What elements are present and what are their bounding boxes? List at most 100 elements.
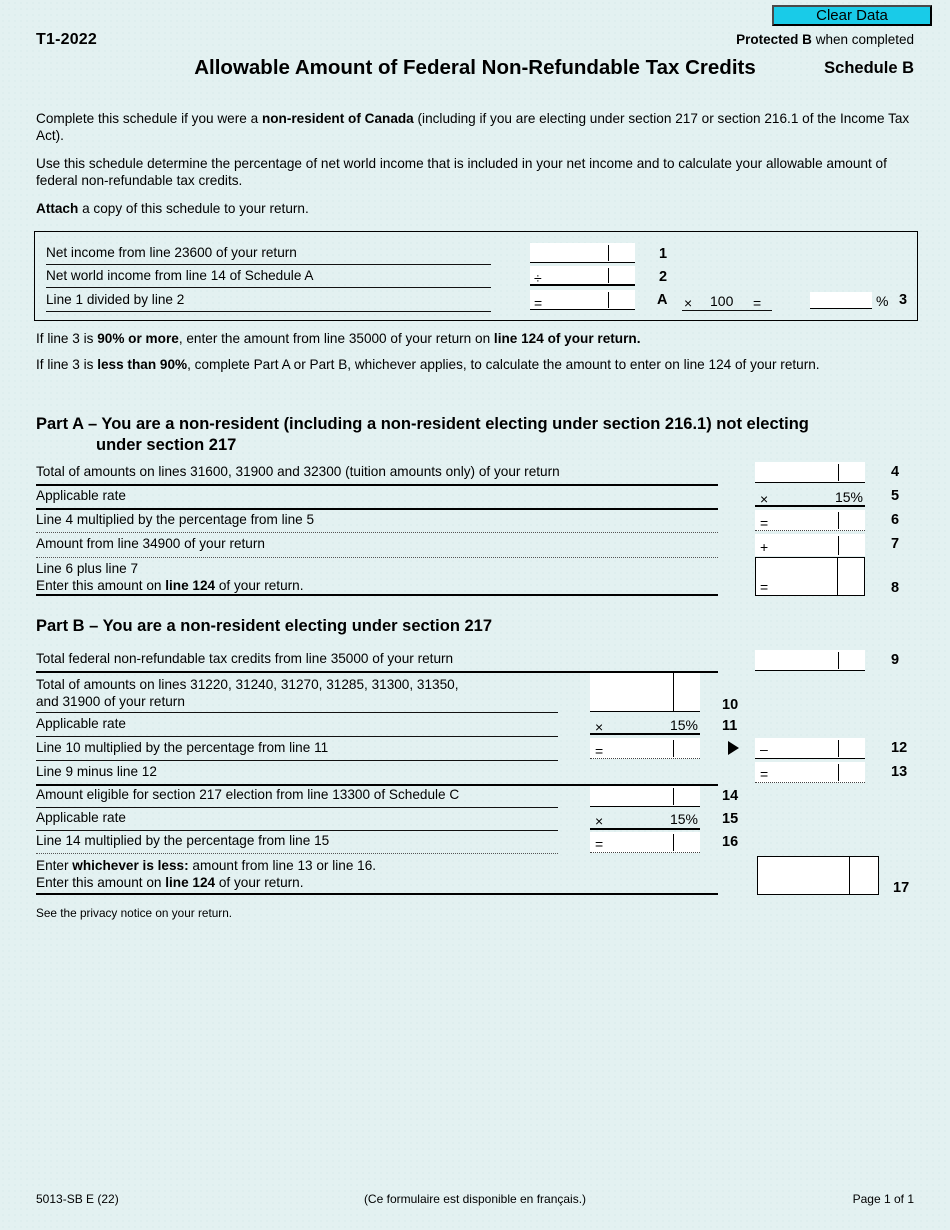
cents-divider bbox=[838, 740, 839, 757]
line-14-amount-field[interactable] bbox=[590, 786, 700, 807]
cents-divider bbox=[608, 268, 609, 283]
note2-c: , complete Part A or Part B, whichever a… bbox=[187, 357, 820, 372]
line-17-l2-c: of your return. bbox=[215, 875, 304, 890]
note-less-than-90-percent: If line 3 is less than 90%, complete Par… bbox=[36, 356, 920, 373]
note2-bold: less than 90% bbox=[97, 357, 188, 372]
line-7-rule bbox=[36, 557, 718, 558]
line-2-number: 2 bbox=[659, 269, 668, 285]
line-13-amount-field[interactable] bbox=[755, 762, 865, 783]
intro-p1-bold: non-resident of Canada bbox=[261, 111, 414, 126]
line-12-number: 12 bbox=[891, 740, 908, 756]
line-3-rule bbox=[46, 311, 491, 312]
line-14-label: Amount eligible for section 217 election… bbox=[36, 787, 460, 802]
intro-p3-bold: Attach bbox=[36, 201, 79, 216]
line-10-label-line1: Total of amounts on lines 31220, 31240, … bbox=[36, 677, 459, 692]
line-2-rule bbox=[46, 287, 491, 288]
line-8-number: 8 bbox=[891, 580, 900, 596]
line-13-equals-operator: = bbox=[760, 766, 769, 782]
form-year-label: T1-2022 bbox=[36, 31, 97, 48]
line-17-amount-field[interactable] bbox=[757, 856, 879, 895]
cents-divider bbox=[838, 764, 839, 781]
page-title: Allowable Amount of Federal Non-Refundab… bbox=[194, 56, 756, 79]
form-page: Clear Data T1-2022 Protected B when comp… bbox=[0, 0, 950, 1230]
line-2-amount-field[interactable] bbox=[530, 266, 635, 286]
line-17-l2-bold: line 124 bbox=[165, 875, 216, 890]
line-10-amount-field[interactable] bbox=[590, 673, 700, 712]
line-4-number: 4 bbox=[891, 464, 900, 480]
protected-b-rest: when completed bbox=[811, 32, 914, 47]
cents-divider bbox=[837, 558, 838, 595]
line-17-label-line1: Enter whichever is less: amount from lin… bbox=[36, 858, 376, 873]
line-7-number: 7 bbox=[891, 536, 900, 552]
line-3-percent-field[interactable] bbox=[810, 292, 872, 309]
protected-b-label: Protected B when completed bbox=[736, 32, 914, 47]
line-8-amount-field[interactable] bbox=[755, 557, 865, 596]
line-8-l2-c: of your return. bbox=[215, 578, 304, 593]
line-6-label: Line 4 multiplied by the percentage from… bbox=[36, 512, 315, 527]
line-3-number: 3 bbox=[899, 292, 908, 308]
line-17-l1-bold: whichever is less: bbox=[72, 858, 189, 873]
line-3-percent-symbol: % bbox=[876, 293, 889, 309]
line-13-label: Line 9 minus line 12 bbox=[36, 764, 157, 779]
cents-divider bbox=[673, 834, 674, 851]
line-11-multiply-operator: × bbox=[595, 719, 604, 735]
line-17-l1-a: Enter bbox=[36, 858, 73, 873]
line-15-rate-value: 15% bbox=[669, 811, 698, 827]
cents-divider bbox=[838, 464, 839, 481]
line-3-marker-a: A bbox=[657, 292, 668, 308]
line-3-label: Line 1 divided by line 2 bbox=[46, 292, 185, 307]
line-12-left-amount-field[interactable] bbox=[590, 738, 700, 759]
line-2-label: Net world income from line 14 of Schedul… bbox=[46, 268, 314, 283]
line-6-amount-field[interactable] bbox=[755, 510, 865, 531]
line-10-rule bbox=[36, 712, 558, 713]
protected-b-bold: Protected B bbox=[736, 32, 812, 47]
line-7-plus-operator: + bbox=[760, 539, 769, 555]
note1-c: , enter the amount from line 35000 of yo… bbox=[178, 331, 494, 346]
part-a-heading: Part A – You are a non-resident (includi… bbox=[36, 414, 920, 456]
line-7-amount-field[interactable] bbox=[755, 534, 865, 556]
line-17-l2-a: Enter this amount on bbox=[36, 875, 166, 890]
line-3-amount-field[interactable] bbox=[530, 290, 635, 310]
line-4-amount-field[interactable] bbox=[755, 462, 865, 483]
line-15-number: 15 bbox=[722, 811, 739, 827]
line-8-label-line2: Enter this amount on line 124 of your re… bbox=[36, 578, 304, 593]
line-14-number: 14 bbox=[722, 788, 739, 804]
intro-text: Complete this schedule if you were a non… bbox=[36, 110, 920, 228]
cents-divider bbox=[838, 652, 839, 669]
line-8-rule bbox=[36, 594, 718, 596]
line-5-rule bbox=[36, 508, 718, 510]
line-6-number: 6 bbox=[891, 512, 900, 528]
line-6-equals-operator: = bbox=[760, 515, 769, 531]
line-1-number: 1 bbox=[659, 246, 668, 262]
intro-paragraph-1: Complete this schedule if you were a non… bbox=[36, 110, 920, 144]
line-5-rate-value: 15% bbox=[834, 489, 863, 505]
line-6-rule bbox=[36, 532, 718, 533]
line-12-equals-operator: = bbox=[595, 743, 604, 759]
part-a-heading-line1: Part A – You are a non-resident (includi… bbox=[36, 415, 809, 433]
page-footer: 5013-SB E (22) (Ce formulaire est dispon… bbox=[0, 1182, 950, 1230]
line-12-minus-operator: – bbox=[760, 741, 768, 757]
line-3-multiplier-value: 100 bbox=[710, 293, 734, 309]
line-17-rule bbox=[36, 893, 718, 895]
line-11-rate-value: 15% bbox=[669, 717, 698, 733]
line-16-amount-field[interactable] bbox=[590, 832, 700, 853]
line-12-right-amount-field[interactable] bbox=[755, 738, 865, 759]
cents-divider bbox=[849, 857, 850, 894]
line-1-amount-field[interactable] bbox=[530, 243, 635, 263]
line-3-equals-2: = bbox=[753, 295, 762, 311]
line-4-rule bbox=[36, 484, 718, 486]
clear-data-button[interactable]: Clear Data bbox=[772, 5, 932, 26]
intro-paragraph-3: Attach a copy of this schedule to your r… bbox=[36, 200, 920, 217]
line-1-label: Net income from line 23600 of your retur… bbox=[46, 245, 297, 260]
line-12-label: Line 10 multiplied by the percentage fro… bbox=[36, 740, 329, 755]
note1-bold: 90% or more bbox=[97, 331, 179, 346]
schedule-label: Schedule B bbox=[824, 59, 914, 77]
note1-e: of your return. bbox=[543, 331, 641, 346]
line-14-rule bbox=[36, 807, 558, 808]
line-17-label-line2: Enter this amount on line 124 of your re… bbox=[36, 875, 304, 890]
cents-divider bbox=[673, 673, 674, 711]
line-9-amount-field[interactable] bbox=[755, 650, 865, 671]
footer-page-number: Page 1 of 1 bbox=[852, 1192, 914, 1206]
line-4-label: Total of amounts on lines 31600, 31900 a… bbox=[36, 464, 560, 479]
line-9-label: Total federal non-refundable tax credits… bbox=[36, 651, 454, 666]
